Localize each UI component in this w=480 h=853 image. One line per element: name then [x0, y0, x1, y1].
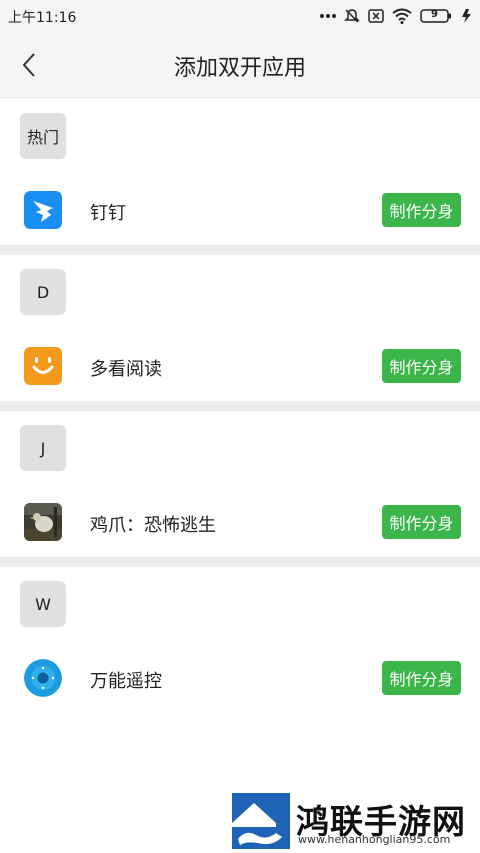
app-name: 钉钉: [90, 203, 126, 224]
remote-icon: [24, 659, 62, 697]
app-name: 万能遥控: [90, 671, 162, 692]
section-w: W 万能遥控 制作分身: [0, 567, 480, 713]
status-bar: 上午11:16 9: [0, 0, 480, 32]
status-icons: 9: [320, 6, 474, 26]
app-name: 鸡爪：恐怖逃生: [90, 515, 216, 536]
charging-icon: [460, 8, 474, 24]
battery-icon: 9: [420, 8, 452, 24]
clone-button-duokan[interactable]: 制作分身: [382, 349, 461, 383]
status-time: 上午11:16: [8, 10, 77, 26]
app-name: 多看阅读: [90, 359, 162, 380]
watermark-logo-icon: [232, 793, 290, 849]
section-letter-badge: W: [20, 581, 66, 627]
section-j: J 鸡爪：恐怖逃生 制作分身: [0, 411, 480, 557]
sim-off-icon: [368, 9, 384, 23]
clone-button-dingtalk[interactable]: 制作分身: [382, 193, 461, 227]
dots-icon: [320, 13, 336, 19]
section-divider: [0, 557, 480, 567]
section-letter-badge: J: [20, 425, 66, 471]
duokan-icon: [24, 347, 62, 385]
section-divider: [0, 401, 480, 411]
clone-button-remote[interactable]: 制作分身: [382, 661, 461, 695]
page-title: 添加双开应用: [173, 56, 306, 81]
section-letter-badge: 热门: [20, 113, 66, 159]
watermark: 鸿联手游网 www.henanhonglian95.com: [232, 793, 476, 849]
game-icon: [24, 503, 62, 541]
clone-button-game[interactable]: 制作分身: [382, 505, 461, 539]
wifi-icon: [392, 8, 412, 24]
section-divider: [0, 245, 480, 255]
section-letter-badge: D: [20, 269, 66, 315]
section-d: D 多看阅读 制作分身: [0, 255, 480, 401]
watermark-url: www.henanhonglian95.com: [298, 833, 451, 846]
battery-level: 9: [431, 9, 438, 20]
dingtalk-icon: [24, 191, 62, 229]
nav-bar: 添加双开应用: [0, 32, 480, 98]
section-hot: 热门 钉钉 制作分身: [0, 99, 480, 245]
mute-icon: [344, 8, 360, 24]
